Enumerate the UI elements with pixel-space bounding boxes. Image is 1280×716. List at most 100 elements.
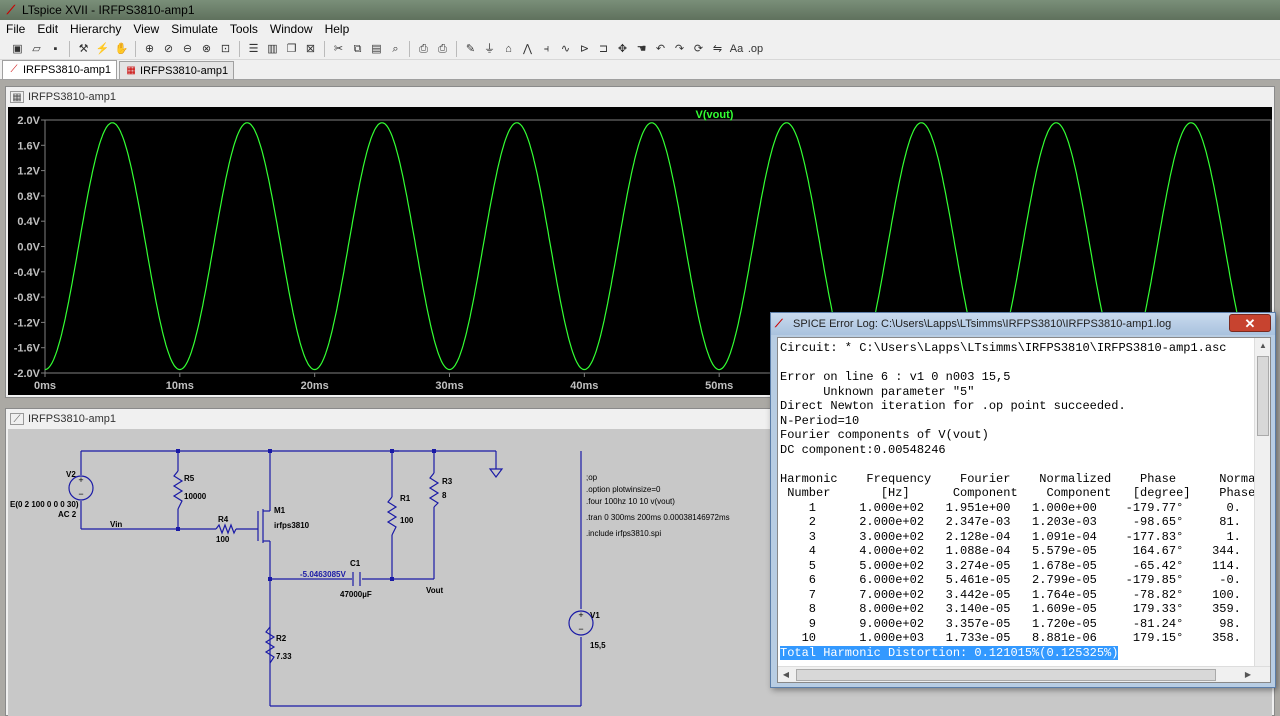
directive-include[interactable]: .include irfps3810.spi xyxy=(586,529,661,538)
r1-value[interactable]: 100 xyxy=(400,516,414,525)
r1-body[interactable] xyxy=(386,496,398,536)
r3-label[interactable]: R3 xyxy=(442,477,453,486)
v1-label[interactable]: V1 xyxy=(590,611,600,620)
menu-help[interactable]: Help xyxy=(319,20,356,38)
c1-label[interactable]: C1 xyxy=(350,559,361,568)
r2-value[interactable]: 7.33 xyxy=(276,652,292,661)
control-panel-icon[interactable]: ⚒ xyxy=(76,41,92,57)
directive-op[interactable]: ;op xyxy=(586,473,598,482)
undo-icon[interactable]: ↶ xyxy=(653,41,669,57)
diode-icon[interactable]: ⊳ xyxy=(577,41,593,57)
v2-ac-value[interactable]: AC 2 xyxy=(58,510,77,519)
error-log-body[interactable]: Circuit: * C:\Users\Lapps\LTsimms\IRFPS3… xyxy=(777,337,1271,683)
v1-value[interactable]: 15,5 xyxy=(590,641,606,650)
tab-schematic[interactable]: ⟋ IRFPS3810-amp1 xyxy=(2,60,118,79)
r5-body[interactable] xyxy=(172,470,184,510)
r5-label[interactable]: R5 xyxy=(184,474,195,483)
menu-file[interactable]: File xyxy=(0,20,31,38)
junction-dot xyxy=(268,577,272,581)
save-icon[interactable]: ▪ xyxy=(48,41,64,57)
v2-value[interactable]: E(0 2 100 0 0 0 30) xyxy=(10,500,79,509)
directive-four[interactable]: .four 100hz 10 10 v(vout) xyxy=(586,497,675,506)
error-log-titlebar[interactable]: ⟋ SPICE Error Log: C:\Users\Lapps\LTsimm… xyxy=(771,313,1275,335)
menu-window[interactable]: Window xyxy=(264,20,319,38)
copy-icon[interactable]: ⧉ xyxy=(350,41,366,57)
capacitor-icon[interactable]: ⫞ xyxy=(539,41,555,57)
directive-option[interactable]: .option plotwinsize=0 xyxy=(586,485,661,494)
log-line: Harmonic Frequency Fourier Normalized Ph… xyxy=(780,471,1256,486)
tab-waveform[interactable]: ▦ IRFPS3810-amp1 xyxy=(119,61,235,79)
v2-minus-sign: − xyxy=(78,489,83,499)
r1-label[interactable]: R1 xyxy=(400,494,411,503)
autorange-icon[interactable]: ⊡ xyxy=(218,41,234,57)
y-tick-label: -1.2V xyxy=(14,317,41,329)
zoom-out-icon[interactable]: ⊖ xyxy=(180,41,196,57)
ground-symbol[interactable] xyxy=(488,468,504,478)
scroll-right-icon[interactable]: ▶ xyxy=(1240,667,1256,682)
zoom-full-icon[interactable]: ⊗ xyxy=(199,41,215,57)
redo-icon[interactable]: ↷ xyxy=(672,41,688,57)
spice-directive-icon[interactable]: .op xyxy=(748,41,764,57)
wire-icon[interactable]: ✎ xyxy=(463,41,479,57)
vout-label[interactable]: Vout xyxy=(426,586,444,595)
mirror-icon[interactable]: ⇋ xyxy=(710,41,726,57)
thd-line[interactable]: Total Harmonic Distortion: 0.121015%(0.1… xyxy=(780,645,1254,661)
error-log-text[interactable]: Circuit: * C:\Users\Lapps\LTsimms\IRFPS3… xyxy=(778,338,1256,668)
tile-vertical-icon[interactable]: ▥ xyxy=(265,41,281,57)
close-window-icon[interactable]: ⊠ xyxy=(303,41,319,57)
x-tick-label: 30ms xyxy=(435,380,463,392)
cascade-icon[interactable]: ❐ xyxy=(284,41,300,57)
cut-icon[interactable]: ✂ xyxy=(331,41,347,57)
r2-label[interactable]: R2 xyxy=(276,634,287,643)
v2-plus-sign: + xyxy=(78,475,83,485)
inductor-icon[interactable]: ∿ xyxy=(558,41,574,57)
schematic-icon: ⟋ xyxy=(10,413,24,425)
spice-error-log-window[interactable]: ⟋ SPICE Error Log: C:\Users\Lapps\LTsimm… xyxy=(770,312,1276,688)
component-icon[interactable]: ⊐ xyxy=(596,41,612,57)
vin-label[interactable]: Vin xyxy=(110,520,122,529)
drag-icon[interactable]: ☚ xyxy=(634,41,650,57)
close-button[interactable]: ✕ xyxy=(1229,314,1271,332)
vertical-scrollbar[interactable]: ▲ xyxy=(1254,338,1270,668)
scrollbar-thumb[interactable] xyxy=(1257,356,1269,436)
pan-icon[interactable]: ⊘ xyxy=(161,41,177,57)
halt-icon[interactable]: ✋ xyxy=(114,41,130,57)
directive-tran[interactable]: .tran 0 300ms 200ms 0.00038146972ms xyxy=(586,513,730,522)
move-icon[interactable]: ✥ xyxy=(615,41,631,57)
new-schematic-icon[interactable]: ▣ xyxy=(10,41,26,57)
print-setup-icon[interactable]: ⎙ xyxy=(416,41,432,57)
r4-value[interactable]: 100 xyxy=(216,535,230,544)
toolbar: ▣ ▱ ▪ ⚒ ⚡ ✋ ⊕ ⊘ ⊖ ⊗ ⊡ ☰ ▥ ❐ ⊠ ✂ ⧉ ▤ ⌕ ⎙ … xyxy=(0,38,1280,60)
v1-plus-sign: + xyxy=(578,610,583,620)
scroll-left-icon[interactable]: ◀ xyxy=(778,667,794,682)
menu-hierarchy[interactable]: Hierarchy xyxy=(64,20,127,38)
m1-label[interactable]: M1 xyxy=(274,506,286,515)
tile-horizontal-icon[interactable]: ☰ xyxy=(246,41,262,57)
ground-icon[interactable]: ⏚ xyxy=(482,41,498,57)
rotate-icon[interactable]: ⟳ xyxy=(691,41,707,57)
horizontal-scrollbar[interactable]: ◀ ▶ xyxy=(778,666,1270,682)
menu-tools[interactable]: Tools xyxy=(224,20,264,38)
menu-view[interactable]: View xyxy=(127,20,165,38)
resistor-icon[interactable]: ⋀ xyxy=(520,41,536,57)
m1-value[interactable]: irfps3810 xyxy=(274,521,310,530)
menu-edit[interactable]: Edit xyxy=(31,20,64,38)
c1-value[interactable]: 47000µF xyxy=(340,590,372,599)
scrollbar-thumb[interactable] xyxy=(796,669,1216,681)
zoom-in-icon[interactable]: ⊕ xyxy=(142,41,158,57)
open-icon[interactable]: ▱ xyxy=(29,41,45,57)
label-icon[interactable]: ⌂ xyxy=(501,41,517,57)
menu-simulate[interactable]: Simulate xyxy=(165,20,224,38)
run-icon[interactable]: ⚡ xyxy=(95,41,111,57)
paste-icon[interactable]: ▤ xyxy=(369,41,385,57)
text-icon[interactable]: Aa xyxy=(729,41,745,57)
r4-body[interactable] xyxy=(215,523,237,535)
find-icon[interactable]: ⌕ xyxy=(388,41,404,57)
r4-label[interactable]: R4 xyxy=(218,515,229,524)
scroll-up-icon[interactable]: ▲ xyxy=(1255,338,1270,354)
v2-label[interactable]: V2 xyxy=(66,470,76,479)
r5-value[interactable]: 10000 xyxy=(184,492,207,501)
r3-value[interactable]: 8 xyxy=(442,491,447,500)
r3-body[interactable] xyxy=(428,472,440,508)
print-icon[interactable]: ⎙ xyxy=(435,41,451,57)
